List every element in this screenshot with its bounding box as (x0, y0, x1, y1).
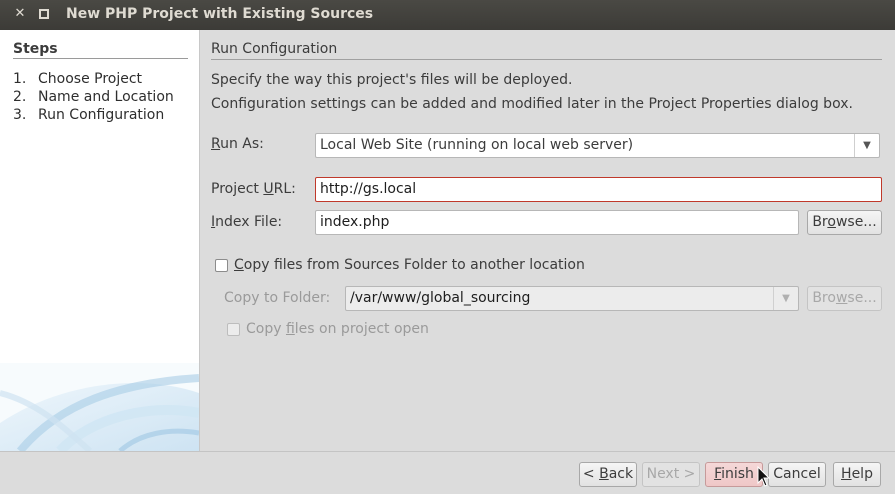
browse-label-post: se... (847, 290, 877, 306)
browse-label-mnemonic: w (835, 290, 848, 306)
copy-on-open-label-mnemonic: f (285, 321, 295, 337)
step-item: 3. Run Configuration (13, 107, 164, 123)
back-label-pre: < (582, 466, 600, 482)
run-as-label-mnemonic: R (211, 136, 221, 152)
project-url-input[interactable]: http://gs.local (315, 177, 882, 202)
button-bar-divider (0, 451, 895, 452)
steps-sidebar: Steps 1. Choose Project 2. Name and Locati… (0, 30, 200, 451)
project-url-label-mnemonic: U (263, 181, 274, 197)
panel-description-line2: Configuration settings can be added and … (211, 96, 853, 112)
step-label: Name and Location (38, 89, 174, 105)
run-as-label: Run As: (211, 136, 264, 152)
window-titlebar: ✕ New PHP Project with Existing Sources (0, 0, 895, 30)
back-button[interactable]: < Back (579, 462, 637, 487)
browse-label-post: wse... (835, 214, 877, 230)
copy-to-folder-value: /var/www/global_sourcing (350, 290, 531, 306)
browse-label-pre: Bro (812, 290, 836, 306)
browse-label-pre: Br (812, 214, 828, 230)
index-file-browse-button[interactable]: Browse... (807, 210, 882, 235)
panel-description-line1: Specify the way this project's files wil… (211, 72, 573, 88)
run-as-select[interactable]: Local Web Site (running on local web ser… (315, 133, 880, 158)
close-icon[interactable]: ✕ (12, 6, 28, 22)
copy-files-checkbox[interactable] (215, 259, 228, 272)
run-as-value: Local Web Site (running on local web ser… (320, 137, 634, 153)
chevron-down-icon: ▼ (773, 287, 798, 310)
finish-button[interactable]: Finish (705, 462, 763, 487)
copy-files-label[interactable]: Copy files from Sources Folder to anothe… (234, 257, 585, 273)
index-file-label: Index File: (211, 214, 282, 230)
steps-heading: Steps (13, 41, 58, 57)
copy-on-open-label-post: iles on project open (294, 321, 429, 337)
run-configuration-panel: Run Configuration Specify the way this p… (200, 30, 895, 451)
next-button[interactable]: Next > (642, 462, 700, 487)
copy-on-open-checkbox[interactable] (227, 323, 240, 336)
sidebar-decorative-art (0, 363, 199, 451)
index-file-input[interactable]: index.php (315, 210, 799, 235)
project-url-label: Project URL: (211, 181, 296, 197)
cancel-button[interactable]: Cancel (768, 462, 826, 487)
help-label-post: elp (851, 466, 873, 482)
back-label-post: ack (608, 466, 634, 482)
mouse-pointer-icon (757, 466, 771, 487)
step-item: 1. Choose Project (13, 71, 142, 87)
copy-to-folder-browse-button[interactable]: Browse... (807, 286, 882, 311)
next-label-pre: Next (646, 466, 684, 482)
finish-label-post: inish (721, 466, 754, 482)
step-label: Choose Project (38, 71, 143, 87)
help-button[interactable]: Help (833, 462, 881, 487)
help-label-mnemonic: H (841, 466, 852, 482)
copy-files-label-text: opy files from Sources Folder to another… (243, 257, 585, 273)
project-url-label-pre: Project (211, 181, 264, 197)
index-file-label-text: ndex File: (215, 214, 283, 230)
copy-on-open-label: Copy files on project open (246, 321, 429, 337)
project-url-value: http://gs.local (320, 181, 417, 197)
copy-to-folder-select[interactable]: /var/www/global_sourcing ▼ (345, 286, 799, 311)
window-title: New PHP Project with Existing Sources (66, 6, 374, 22)
chevron-down-icon[interactable]: ▼ (854, 134, 879, 157)
maximize-icon-shape (39, 9, 49, 19)
run-as-label-text: un As: (220, 136, 264, 152)
step-label: Run Configuration (38, 107, 165, 123)
maximize-icon[interactable] (36, 6, 52, 22)
panel-title-divider (211, 59, 882, 60)
step-number: 2. (13, 89, 27, 105)
project-url-label-post: RL: (273, 181, 296, 197)
copy-to-folder-label: Copy to Folder: (224, 290, 331, 306)
step-item: 2. Name and Location (13, 89, 174, 105)
browse-label-mnemonic: o (827, 214, 836, 230)
index-file-value: index.php (320, 214, 390, 230)
step-number: 1. (13, 71, 27, 87)
copy-files-label-mnemonic: C (234, 257, 244, 273)
copy-on-open-label-pre: Copy (246, 321, 286, 337)
steps-divider (13, 58, 188, 59)
step-number: 3. (13, 107, 27, 123)
next-label-post: > (683, 466, 696, 482)
panel-title: Run Configuration (211, 41, 338, 57)
back-label-mnemonic: B (599, 466, 609, 482)
